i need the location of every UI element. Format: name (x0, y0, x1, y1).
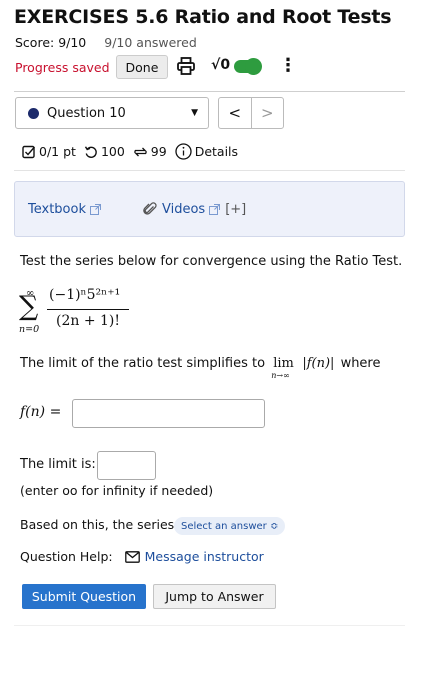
toggle-knob (245, 58, 262, 75)
next-question-button[interactable]: > (252, 98, 284, 128)
divider (14, 170, 405, 171)
answered-count: 9/10 answered (104, 35, 197, 50)
message-instructor-label: Message instructor (144, 549, 264, 564)
question-help-label: Question Help: (20, 549, 113, 564)
info-icon[interactable] (175, 143, 192, 160)
retry-icon (84, 145, 98, 159)
previous-question-button[interactable]: < (219, 98, 252, 128)
ratio-limit-text: The limit of the ratio test simplifies t… (20, 356, 381, 380)
fraction-bar (47, 309, 129, 310)
question-select-value: Question 10 (47, 105, 126, 121)
caret-down-icon: ▼ (191, 108, 198, 118)
question-select[interactable]: Question 10 ▼ (15, 97, 209, 129)
question-help: Question Help: Message instructor (20, 549, 264, 564)
score: Score: 9/10 (15, 35, 87, 50)
f-of-n-label: f(n) = (20, 404, 62, 420)
limit-sentence: The limit of the ratio test simplifies t… (20, 356, 266, 371)
limit-label: The limit is: (20, 457, 96, 472)
textbook-link-label: Textbook (28, 202, 86, 217)
divider (14, 625, 405, 626)
resources-panel: Textbook Videos [+] (14, 181, 405, 237)
attempts-icon (133, 145, 148, 159)
question-prompt: Test the series below for convergence us… (20, 254, 403, 269)
math-preview-toggle[interactable] (234, 58, 262, 75)
videos-link-label: Videos (162, 202, 206, 217)
done-button[interactable]: Done (115, 55, 169, 79)
expand-videos-button[interactable]: [+] (225, 202, 246, 217)
envelope-icon (124, 550, 140, 563)
infinity-hint: (enter oo for infinity if needed) (20, 483, 214, 498)
message-instructor-link[interactable]: Message instructor (124, 549, 264, 564)
external-link-icon (209, 204, 221, 215)
checkbox-icon (22, 145, 36, 159)
jump-to-answer-button[interactable]: Jump to Answer (153, 584, 276, 609)
math-preview-icon[interactable]: √0 (211, 57, 230, 73)
retries-count: 100 (100, 144, 125, 159)
limit-input[interactable] (97, 451, 156, 480)
divider (14, 91, 405, 92)
textbook-link[interactable]: Textbook (28, 202, 101, 217)
videos-link[interactable]: Videos [+] (143, 202, 246, 217)
status-dot-icon (28, 107, 39, 119)
conclusion-text: Based on this, the series (20, 517, 175, 532)
progress-saved-text: Progress saved (15, 59, 110, 75)
where-word: where (340, 356, 381, 371)
attempts-count: 99 (150, 144, 167, 159)
series-expression: ∞ ∑ n=0 (−1)ⁿ5²ⁿ⁺¹ (2n + 1)! (16, 285, 146, 340)
fraction-numerator: (−1)ⁿ5²ⁿ⁺¹ (49, 287, 121, 303)
more-options-icon[interactable]: ⋮ (279, 55, 297, 76)
external-link-icon (89, 204, 101, 215)
details-link[interactable]: Details (195, 144, 238, 159)
submit-question-button[interactable]: Submit Question (22, 584, 146, 609)
question-nav-buttons: < > (218, 97, 284, 129)
sum-lower-limit: n=0 (19, 324, 40, 335)
lim-word: lim (273, 356, 294, 371)
question-stats: 0/1 pt 100 99 Details (22, 143, 238, 160)
page-title: EXERCISES 5.6 Ratio and Root Tests (14, 6, 392, 28)
score-line: Score: 9/10 9/10 answered (15, 35, 197, 50)
print-icon[interactable] (176, 56, 196, 80)
points: 0/1 pt (39, 144, 76, 159)
fraction-denominator: (2n + 1)! (56, 313, 121, 329)
lim-operator: lim n→∞ (271, 356, 295, 380)
save-status-row: Progress saved Done (15, 55, 169, 79)
abs-f-of-n: |f(n)| (302, 356, 335, 371)
paperclip-icon (143, 202, 158, 217)
sigma-icon: ∑ (19, 291, 39, 322)
answer-select[interactable]: Select an answer ≎ (174, 517, 286, 535)
lim-subscript: n→∞ (271, 371, 290, 380)
f-of-n-input[interactable] (72, 399, 265, 428)
